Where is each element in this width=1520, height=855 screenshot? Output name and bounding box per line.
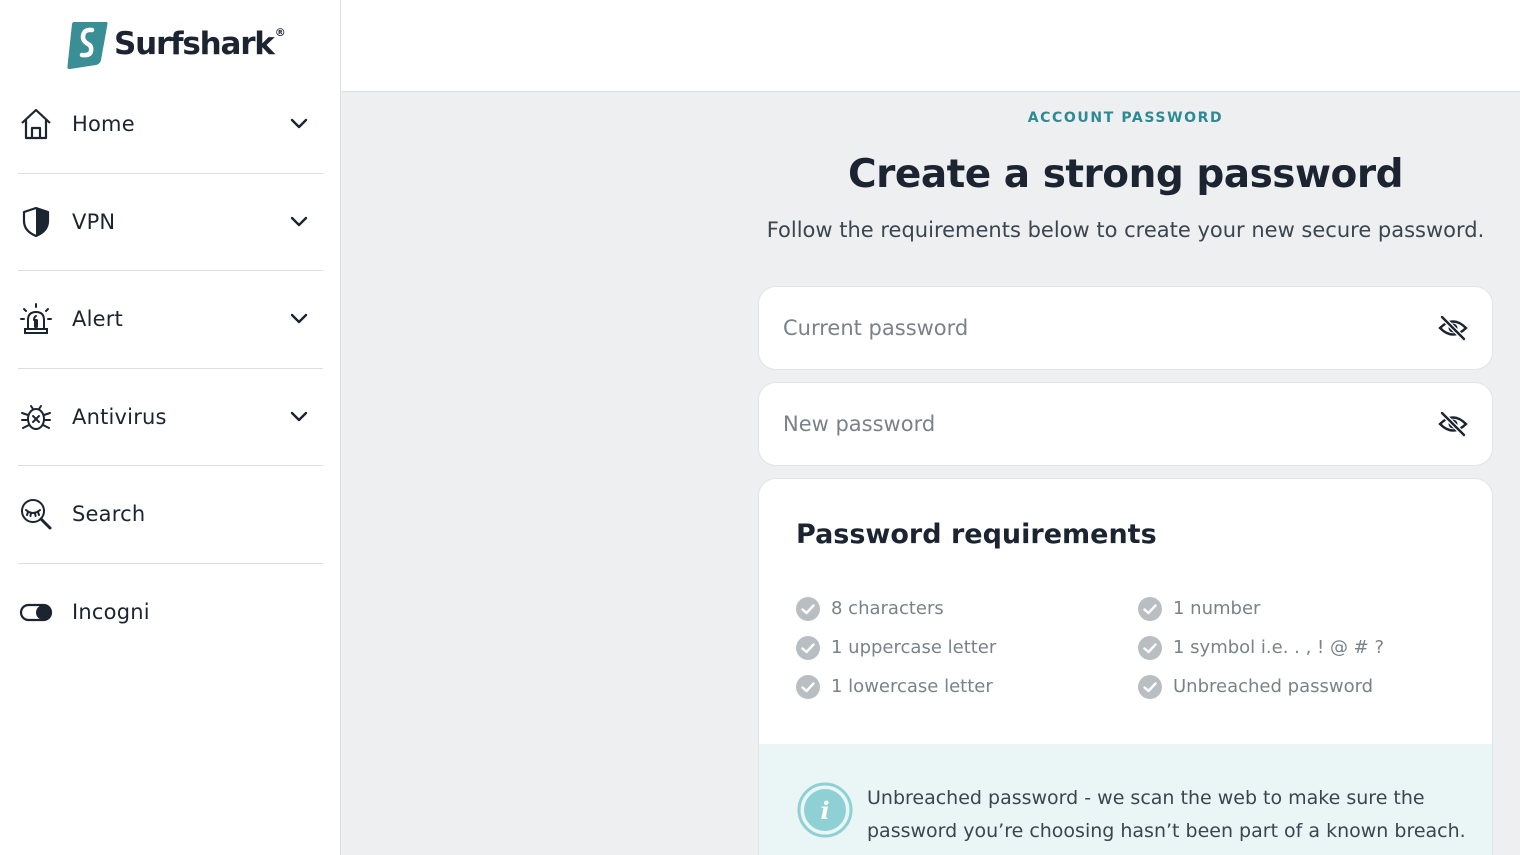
check-circle-icon: [1138, 674, 1162, 699]
sidebar-item-label: Incogni: [72, 600, 150, 625]
eye-off-icon[interactable]: [1438, 313, 1468, 343]
requirement-label: 1 symbol i.e. . , ! @ # ?: [1173, 637, 1385, 658]
sidebar-item-incogni[interactable]: Incogni: [18, 564, 323, 662]
check-circle-icon: [1138, 635, 1162, 660]
check-circle-icon: [796, 596, 820, 621]
bug-icon: [18, 399, 54, 435]
sidebar-nav: Home VPN Alert Antivirus Search Incogni: [18, 76, 323, 661]
requirement-item: Unbreached password: [1137, 667, 1384, 706]
check-circle-icon: [796, 674, 820, 699]
sidebar-item-antivirus[interactable]: Antivirus: [18, 369, 323, 466]
chevron-down-icon[interactable]: [287, 112, 311, 136]
sidebar-item-vpn[interactable]: VPN: [18, 174, 323, 271]
sidebar-item-home[interactable]: Home: [18, 76, 323, 174]
home-icon: [18, 106, 54, 142]
toggle-icon: [18, 594, 54, 630]
requirement-label: Unbreached password: [1173, 676, 1374, 697]
chevron-down-icon[interactable]: [287, 405, 311, 429]
requirement-item: 1 uppercase letter: [795, 628, 996, 667]
current-password-input[interactable]: [783, 316, 1438, 340]
siren-icon: [18, 301, 54, 337]
search-eye-icon: [18, 496, 54, 532]
brand-name: Surfshark: [114, 26, 275, 62]
requirements-title: Password requirements: [796, 519, 1157, 550]
requirements-column-right: 1 number 1 symbol i.e. . , ! @ # ? Unbre…: [1137, 589, 1384, 706]
sidebar-item-label: Home: [72, 112, 135, 137]
section-eyebrow: ACCOUNT PASSWORD: [1027, 110, 1224, 126]
chevron-down-icon[interactable]: [287, 307, 311, 331]
sidebar-item-label: Search: [72, 502, 146, 527]
top-bar: [341, 0, 1520, 92]
current-password-field[interactable]: [758, 286, 1493, 370]
sidebar-item-search[interactable]: Search: [18, 466, 323, 564]
password-requirements-card: Password requirements 8 characters 1 upp…: [758, 478, 1493, 855]
chevron-down-icon[interactable]: [287, 210, 311, 234]
sidebar-item-alert[interactable]: Alert: [18, 271, 323, 369]
requirement-item: 1 lowercase letter: [795, 667, 996, 706]
sidebar-item-label: Antivirus: [72, 404, 167, 429]
sidebar-item-label: Alert: [72, 307, 123, 332]
svg-text:i: i: [820, 796, 829, 825]
sidebar: Surfshark ® Home VPN Alert Antivirus Sea…: [0, 0, 341, 855]
surfshark-logo-icon: [67, 22, 108, 70]
new-password-input[interactable]: [783, 412, 1438, 436]
shield-icon: [18, 204, 54, 240]
requirement-item: 8 characters: [795, 589, 996, 628]
surfshark-logo[interactable]: Surfshark ®: [66, 20, 286, 70]
unbreached-info-banner: i Unbreached password - we scan the web …: [759, 744, 1492, 855]
requirement-label: 1 uppercase letter: [831, 637, 997, 658]
requirement-item: 1 number: [1137, 589, 1384, 628]
page-subtitle: Follow the requirements below to create …: [766, 218, 1485, 242]
requirement-label: 8 characters: [831, 598, 944, 619]
info-text: Unbreached password - we scan the web to…: [867, 787, 1466, 842]
new-password-field[interactable]: [758, 382, 1493, 466]
page-title: Create a strong password: [848, 152, 1403, 197]
requirement-label: 1 number: [1173, 598, 1261, 619]
requirement-label: 1 lowercase letter: [831, 676, 993, 697]
check-circle-icon: [796, 635, 820, 660]
check-circle-icon: [1138, 596, 1162, 621]
registered-mark: ®: [274, 26, 286, 39]
eye-off-icon[interactable]: [1438, 409, 1468, 439]
sidebar-item-label: VPN: [72, 209, 116, 234]
info-icon: i: [797, 782, 853, 838]
requirement-item: 1 symbol i.e. . , ! @ # ?: [1137, 628, 1384, 667]
requirements-column-left: 8 characters 1 uppercase letter 1 lowerc…: [795, 589, 996, 706]
